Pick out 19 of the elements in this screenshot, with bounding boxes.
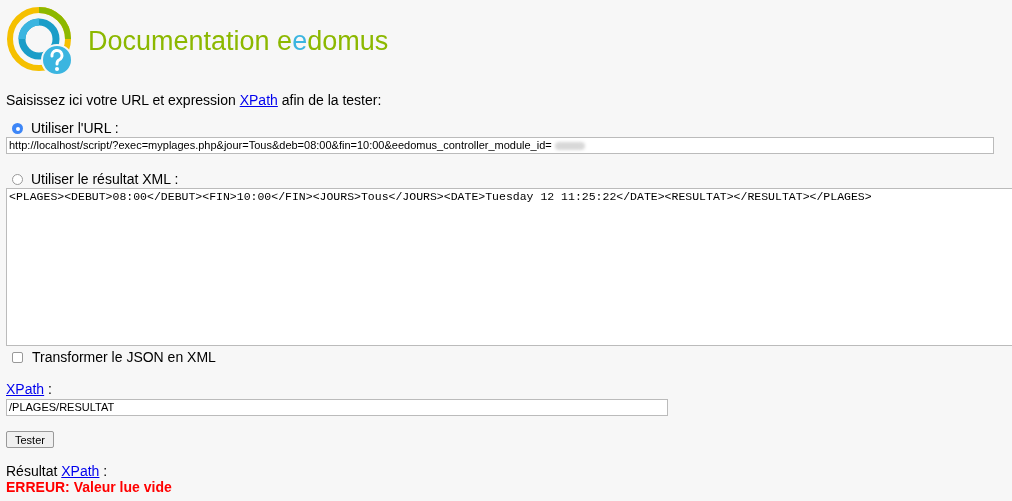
radio-label: Utiliser l'URL : <box>31 120 119 136</box>
page-title: Documentation eedomus <box>88 25 389 58</box>
xpath-link[interactable]: XPath <box>61 463 100 479</box>
xpath-link[interactable]: XPath <box>239 92 278 108</box>
xpath-link[interactable]: XPath <box>6 381 45 397</box>
xml-textarea[interactable]: <PLAGES><DEBUT>08:00</DEBUT><FIN>10:00</FIN><JOURS>Tous</JOURS><DATE>Tuesday 12 11:25:22</DATE><RESULTAT></RESULTAT></PLAGES> <box>6 188 1012 346</box>
error-message: ERREUR: Valeur lue vide <box>6 479 173 496</box>
intro-text: Saisissez ici votre URL et expression XPath afin de la tester: <box>6 91 383 109</box>
result-label: Résultat <box>6 463 59 479</box>
xpath-field[interactable]: /PLAGES/RESULTAT <box>6 399 668 416</box>
url-field[interactable]: http://localhost/script/?exec=myplages.php&jour=Tous&deb=08:00&fin=10:00&eedomus_controller_module_id= <box>6 137 994 154</box>
checkbox[interactable] <box>12 351 23 363</box>
radio-button[interactable] <box>12 173 23 185</box>
colon-label: : <box>102 463 108 479</box>
radio-label: Utiliser le résultat XML : <box>31 171 179 187</box>
checkbox-label: Transformer le JSON en XML <box>32 349 216 365</box>
colon-label: : <box>47 381 52 397</box>
test-button[interactable]: Tester <box>6 431 54 448</box>
radio-button[interactable] <box>12 122 23 134</box>
